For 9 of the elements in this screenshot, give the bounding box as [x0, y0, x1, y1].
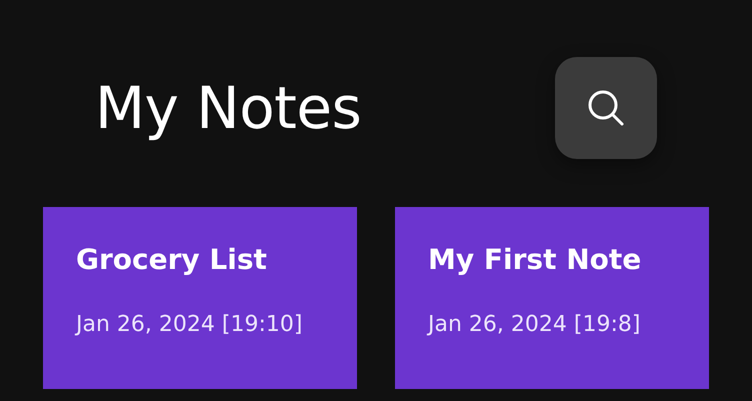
note-title: My First Note: [428, 243, 642, 276]
search-button[interactable]: [555, 57, 657, 159]
note-card[interactable]: Grocery List Jan 26, 2024 [19:10]: [43, 207, 357, 389]
note-title: Grocery List: [76, 243, 267, 276]
search-icon: [586, 88, 626, 128]
note-date: Jan 26, 2024 [19:8]: [428, 312, 640, 337]
page-title: My Notes: [95, 74, 362, 142]
note-card[interactable]: My First Note Jan 26, 2024 [19:8]: [395, 207, 709, 389]
note-date: Jan 26, 2024 [19:10]: [76, 312, 302, 337]
